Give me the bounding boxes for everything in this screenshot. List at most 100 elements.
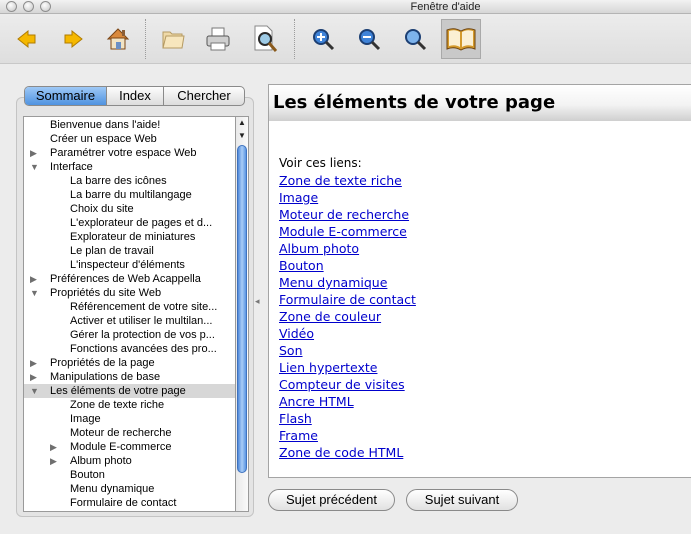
tree-item-label: L'inspecteur d'éléments [70,259,185,271]
toolbar-separator [294,19,295,59]
help-link[interactable]: Vidéo [279,326,314,341]
tree-item[interactable]: L'explorateur de pages et d... [24,216,235,230]
help-link[interactable]: Menu dynamique [279,275,387,290]
help-link[interactable]: Zone de code HTML [279,445,403,460]
help-link[interactable]: Formulaire de contact [279,292,416,307]
tree-item[interactable]: ▼ Les éléments de votre page [24,384,235,398]
home-button[interactable] [100,20,136,58]
tree-item[interactable]: Menu dynamique [24,482,235,496]
arrow-right-icon [64,29,83,49]
disclosure-collapsed-icon[interactable]: ▶ [50,454,57,468]
folder-icon [162,31,185,49]
tree-item-label: Explorateur de miniatures [70,231,196,243]
page-title: Les éléments de votre page [273,92,556,113]
tree-item[interactable]: Bouton [24,468,235,482]
disclosure-expanded-icon[interactable]: ▼ [30,286,39,300]
tree-scrollbar[interactable]: ▲ ▼ [236,116,249,512]
help-link[interactable]: Lien hypertexte [279,360,377,375]
tree-item-label: Propriétés de la page [50,357,155,369]
zoom-in-button[interactable] [305,20,341,58]
tab-index[interactable]: Index [107,87,164,105]
tree-item[interactable]: ▼ Interface [24,160,235,174]
tree-item-label: Album photo [70,455,132,467]
help-link[interactable]: Bouton [279,258,324,273]
scroll-down-arrow-icon[interactable]: ▼ [236,130,248,142]
help-link[interactable]: Zone de texte riche [279,173,402,188]
book-button[interactable] [441,19,481,59]
tree-item-label: Paramétrer votre espace Web [50,147,197,159]
help-link[interactable]: Ancre HTML [279,394,354,409]
home-icon [106,28,130,50]
preview-button[interactable] [247,20,283,58]
tree-item-label: Bienvenue dans l'aide! [50,119,161,131]
next-topic-button[interactable]: Sujet suivant [406,489,518,511]
tree-item[interactable]: Référencement de votre site... [24,300,235,314]
help-link[interactable]: Moteur de recherche [279,207,409,222]
tree-item[interactable]: La barre du multilangage [24,188,235,202]
tree-item[interactable]: ▶ Manipulations de base [24,370,235,384]
tree-item-label: Gérer la protection de vos p... [70,329,215,341]
tree-item[interactable]: ▶ Propriétés de la page [24,356,235,370]
tree-item[interactable]: La barre des icônes [24,174,235,188]
back-button[interactable] [9,20,45,58]
contents-tree[interactable]: Bienvenue dans l'aide! Créer un espace We… [23,116,236,512]
zoom-in-icon [313,29,335,51]
disclosure-collapsed-icon[interactable]: ▶ [30,370,37,384]
tree-item[interactable]: ▶ Paramétrer votre espace Web [24,146,235,160]
tree-item[interactable]: Image [24,412,235,426]
tab-sommaire[interactable]: Sommaire [25,87,107,105]
help-link[interactable]: Flash [279,411,312,426]
zoom-actual-button[interactable] [397,20,433,58]
tree-item-label: Formulaire de contact [70,497,177,509]
help-link[interactable]: Image [279,190,318,205]
tree-item[interactable]: ▶ Module E-commerce [24,440,235,454]
tree-item[interactable]: Explorateur de miniatures [24,230,235,244]
tree-item[interactable]: Formulaire de contact [24,496,235,510]
help-link[interactable]: Module E-commerce [279,224,407,239]
tab-chercher[interactable]: Chercher [164,87,244,105]
disclosure-expanded-icon[interactable]: ▼ [30,160,39,174]
tree-item-label: La barre du multilangage [70,189,192,201]
tree-item-label: La barre des icônes [70,175,167,187]
open-button[interactable] [155,20,191,58]
tree-item[interactable]: Moteur de recherche [24,426,235,440]
disclosure-collapsed-icon[interactable]: ▶ [30,272,37,286]
tree-item-label: Image [70,413,101,425]
tree-item-label: Bouton [70,469,105,481]
help-link[interactable]: Compteur de visites [279,377,405,392]
splitter-handle-icon[interactable]: ◂ [255,296,260,307]
tree-item[interactable]: ▶ Préférences de Web Acappella [24,272,235,286]
tree-item[interactable]: Le plan de travail [24,244,235,258]
tree-item-label: L'explorateur de pages et d... [70,217,213,229]
tree-item[interactable]: Fonctions avancées des pro... [24,342,235,356]
toolbar-separator [145,19,146,59]
tree-item[interactable]: Activer et utiliser le multilan... [24,314,235,328]
tree-item[interactable]: ▼ Propriétés du site Web [24,286,235,300]
document-magnifier-icon [254,25,278,52]
scroll-up-arrow-icon[interactable]: ▲ [236,117,248,129]
disclosure-collapsed-icon[interactable]: ▶ [30,146,37,160]
forward-button[interactable] [55,20,91,58]
zoom-out-button[interactable] [351,20,387,58]
previous-topic-button[interactable]: Sujet précédent [268,489,395,511]
tree-item-label: Moteur de recherche [70,427,172,439]
tree-item[interactable]: Bienvenue dans l'aide! [24,118,235,132]
print-button[interactable] [200,20,236,58]
tree-item[interactable]: Choix du site [24,202,235,216]
scroll-thumb[interactable] [237,145,247,473]
tree-item-label: Fonctions avancées des pro... [70,343,217,355]
help-link[interactable]: Son [279,343,303,358]
tree-item[interactable]: Créer un espace Web [24,132,235,146]
help-link[interactable]: Frame [279,428,318,443]
tree-item[interactable]: Gérer la protection de vos p... [24,328,235,342]
tree-item[interactable]: Zone de texte riche [24,398,235,412]
disclosure-expanded-icon[interactable]: ▼ [30,384,39,398]
help-link[interactable]: Album photo [279,241,359,256]
help-link[interactable]: Zone de couleur [279,309,381,324]
tree-item-label: Les éléments de votre page [50,385,186,397]
disclosure-collapsed-icon[interactable]: ▶ [30,356,37,370]
tree-item-label: Interface [50,161,93,173]
disclosure-collapsed-icon[interactable]: ▶ [50,440,57,454]
tree-item[interactable]: ▶ Album photo [24,454,235,468]
tree-item[interactable]: L'inspecteur d'éléments [24,258,235,272]
